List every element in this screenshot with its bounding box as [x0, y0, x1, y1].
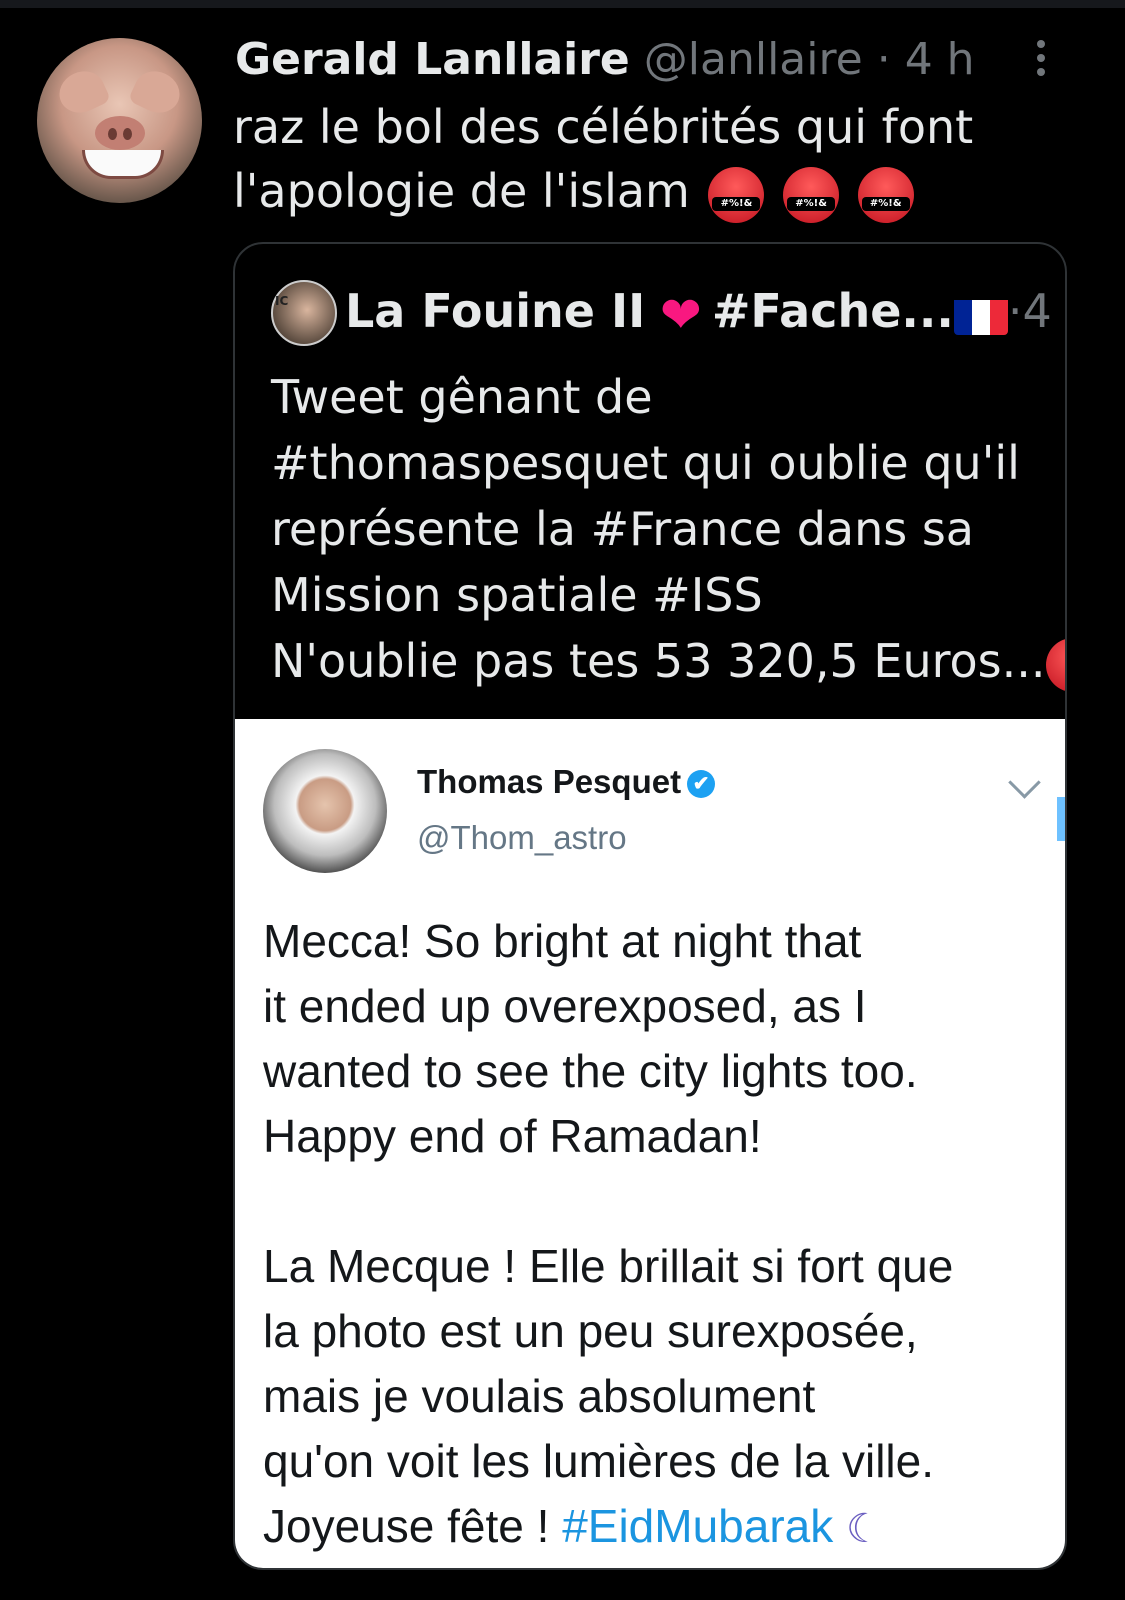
embedded-author-handle: @Thom_astro [417, 819, 627, 856]
author-avatar[interactable] [37, 38, 202, 203]
crescent-moon-icon: ☾ [846, 1507, 882, 1551]
scroll-indicator [1057, 797, 1065, 841]
angry-face-icon [857, 166, 914, 223]
pig-ear-left [52, 64, 112, 120]
top-divider [0, 0, 1125, 8]
embedded-text-line: la photo est un peu surexposée, [263, 1305, 918, 1357]
quoted-tweet-header: La Fouine II ❤#Fache... ·4 h [345, 282, 1065, 344]
quoted-text-line: Tweet gênant de [271, 370, 653, 424]
eid-mubarak-hashtag: #EidMubarak [562, 1500, 834, 1552]
angry-face-icon [783, 166, 840, 223]
tweet-header: Gerald Lanllaire @lanllaire · 4 h [235, 32, 975, 88]
quoted-tweet-time[interactable]: 4 h [1022, 284, 1065, 338]
embedded-tweet-text: Mecca! So bright at night that it ended … [263, 909, 1043, 1562]
quoted-tweet-text: Tweet gênant de #thomaspesquet qui oubli… [271, 364, 1065, 694]
embedded-text-line: La Mecque ! Elle brillait si fort que [263, 1240, 954, 1292]
pig-smile [82, 150, 164, 179]
angry-face-icon [1045, 637, 1065, 692]
tweet-time[interactable]: 4 h [905, 34, 975, 85]
quoted-text-fragment: N'oublie pas tes 53 320,5 Euros... [271, 634, 1046, 688]
embedded-text-line: Joyeuse fête ! #EidMubarak ☾ [263, 1494, 1043, 1562]
red-heart-icon: ❤ [659, 285, 702, 344]
embedded-tweet-screenshot[interactable]: Thomas Pesquet ✔ @Thom_astro Mecca! So br… [235, 719, 1065, 1568]
quoted-text-line: Mission spatiale #ISS [271, 568, 763, 622]
quoted-text-line: #thomaspesquet qui oublie qu'il [271, 436, 1020, 490]
embedded-text-fragment: Joyeuse fête ! [263, 1500, 563, 1552]
quoted-tweet-card[interactable]: La Fouine II ❤#Fache... ·4 h Tweet gênant… [233, 242, 1067, 1570]
author-handle[interactable]: @lanllaire [644, 34, 863, 85]
tweet-text: raz le bol des célébrités qui font l'apo… [233, 95, 1063, 223]
embedded-text-line: Happy end of Ramadan! [263, 1110, 762, 1162]
quoted-author-hashtag: #Fache... [711, 284, 954, 338]
more-options-icon[interactable] [1034, 40, 1048, 80]
tweet-text-line: raz le bol des célébrités qui font [233, 100, 974, 154]
tweet-text-fragment: l'apologie de l'islam [233, 164, 690, 218]
verified-badge-icon: ✔ [687, 770, 716, 799]
embedded-text-line: mais je voulais absolument [263, 1370, 816, 1422]
quoted-author-avatar[interactable] [271, 280, 337, 346]
french-flag-icon [953, 295, 1008, 335]
embedded-author-name: Thomas Pesquet ✔ [417, 763, 716, 801]
quoted-author-name[interactable]: La Fouine II [345, 284, 645, 338]
pig-snout [95, 116, 145, 150]
quoted-text-line: représente la #France dans sa [271, 502, 974, 556]
meta-separator: · [876, 34, 891, 85]
pig-ear-right [127, 64, 187, 120]
embedded-text-line: wanted to see the city lights too. [263, 1045, 918, 1097]
angry-face-icon [708, 166, 765, 223]
embedded-author-name-text: Thomas Pesquet [417, 763, 682, 800]
embedded-text-line: it ended up overexposed, as I [263, 980, 867, 1032]
tweet-text-line: l'apologie de l'islam [233, 159, 1063, 223]
embedded-text-line: Mecca! So bright at night that [263, 915, 862, 967]
chevron-down-icon [1008, 766, 1041, 799]
embedded-text-line: qu'on voit les lumières de la ville. [263, 1435, 934, 1487]
astronaut-avatar [263, 749, 387, 873]
author-name[interactable]: Gerald Lanllaire [235, 34, 630, 85]
quoted-meta-separator: · [1007, 284, 1023, 338]
quoted-text-line: N'oublie pas tes 53 320,5 Euros... [271, 628, 1065, 694]
